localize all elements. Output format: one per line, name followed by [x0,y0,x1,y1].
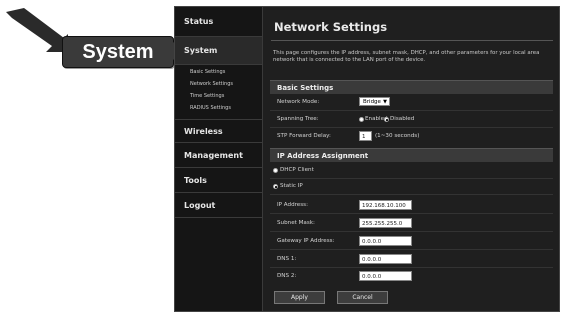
static-ip-label: Static IP [280,183,303,189]
stp-forward-delay-label: STP Forward Delay: [277,133,331,139]
dns2-input[interactable]: 0.0.0.0 [359,271,412,281]
subnet-mask-input[interactable]: 255.255.255.0 [359,218,412,228]
sidebar-subitem-network-settings[interactable]: Network Settings [190,81,233,87]
network-mode-label: Network Mode: [277,99,320,105]
row-divider [270,213,553,214]
spanning-tree-disabled-label: Disabled [390,116,415,122]
sidebar-item-system[interactable]: System [175,37,262,65]
row-divider [270,127,553,128]
row-divider [270,249,553,250]
dns1-input[interactable]: 0.0.0.0 [359,254,412,264]
sidebar-subitem-radius-settings[interactable]: RADIUS Settings [190,105,231,111]
sidebar-subitem-time-settings[interactable]: Time Settings [190,93,224,99]
row-divider [270,231,553,232]
row-divider [270,267,553,268]
apply-button[interactable]: Apply [274,291,325,304]
sidebar: Status System Basic Settings Network Set… [175,7,263,311]
chevron-down-icon: ▼ [383,99,387,105]
sidebar-item-wireless[interactable]: Wireless [175,119,262,143]
stp-forward-delay-hint: (1~30 seconds) [375,133,420,139]
sidebar-item-logout[interactable]: Logout [175,194,262,218]
main-panel: Network Settings This page configures th… [263,7,559,311]
sidebar-item-management[interactable]: Management [175,144,262,168]
page-title: Network Settings [274,20,388,34]
network-mode-value: Bridge [363,99,381,105]
stp-forward-delay-input[interactable]: 1 [359,131,372,141]
callout-arrow-icon [6,8,68,52]
spanning-tree-label: Spanning Tree: [277,116,319,122]
ip-address-label: IP Address: [277,202,308,208]
basic-settings-heading: Basic Settings [270,80,553,94]
sidebar-subitem-basic-settings[interactable]: Basic Settings [190,69,225,75]
ip-address-input[interactable]: 192.168.10.100 [359,200,412,210]
static-ip-radio[interactable] [273,184,278,189]
row-divider [270,194,553,195]
title-divider [271,40,553,41]
router-admin-window: Status System Basic Settings Network Set… [174,6,560,312]
dns1-label: DNS 1: [277,256,297,262]
sidebar-item-status[interactable]: Status [175,7,262,37]
cancel-button[interactable]: Cancel [337,291,388,304]
spanning-tree-disabled-radio[interactable] [384,117,389,122]
network-mode-select[interactable]: Bridge ▼ [359,97,390,106]
dns2-label: DNS 2: [277,273,297,279]
sidebar-item-tools[interactable]: Tools [175,169,262,193]
gateway-ip-input[interactable]: 0.0.0.0 [359,236,412,246]
spanning-tree-enabled-radio[interactable] [359,117,364,122]
row-divider [270,110,553,111]
dhcp-client-label: DHCP Client [280,167,314,173]
system-callout-label: System [62,36,174,68]
dhcp-client-radio[interactable] [273,168,278,173]
ip-assignment-heading: IP Address Assignment [270,148,553,162]
row-divider [270,178,553,179]
gateway-ip-label: Gateway IP Address: [277,238,335,244]
page-description: This page configures the IP address, sub… [273,50,540,63]
subnet-mask-label: Subnet Mask: [277,220,315,226]
